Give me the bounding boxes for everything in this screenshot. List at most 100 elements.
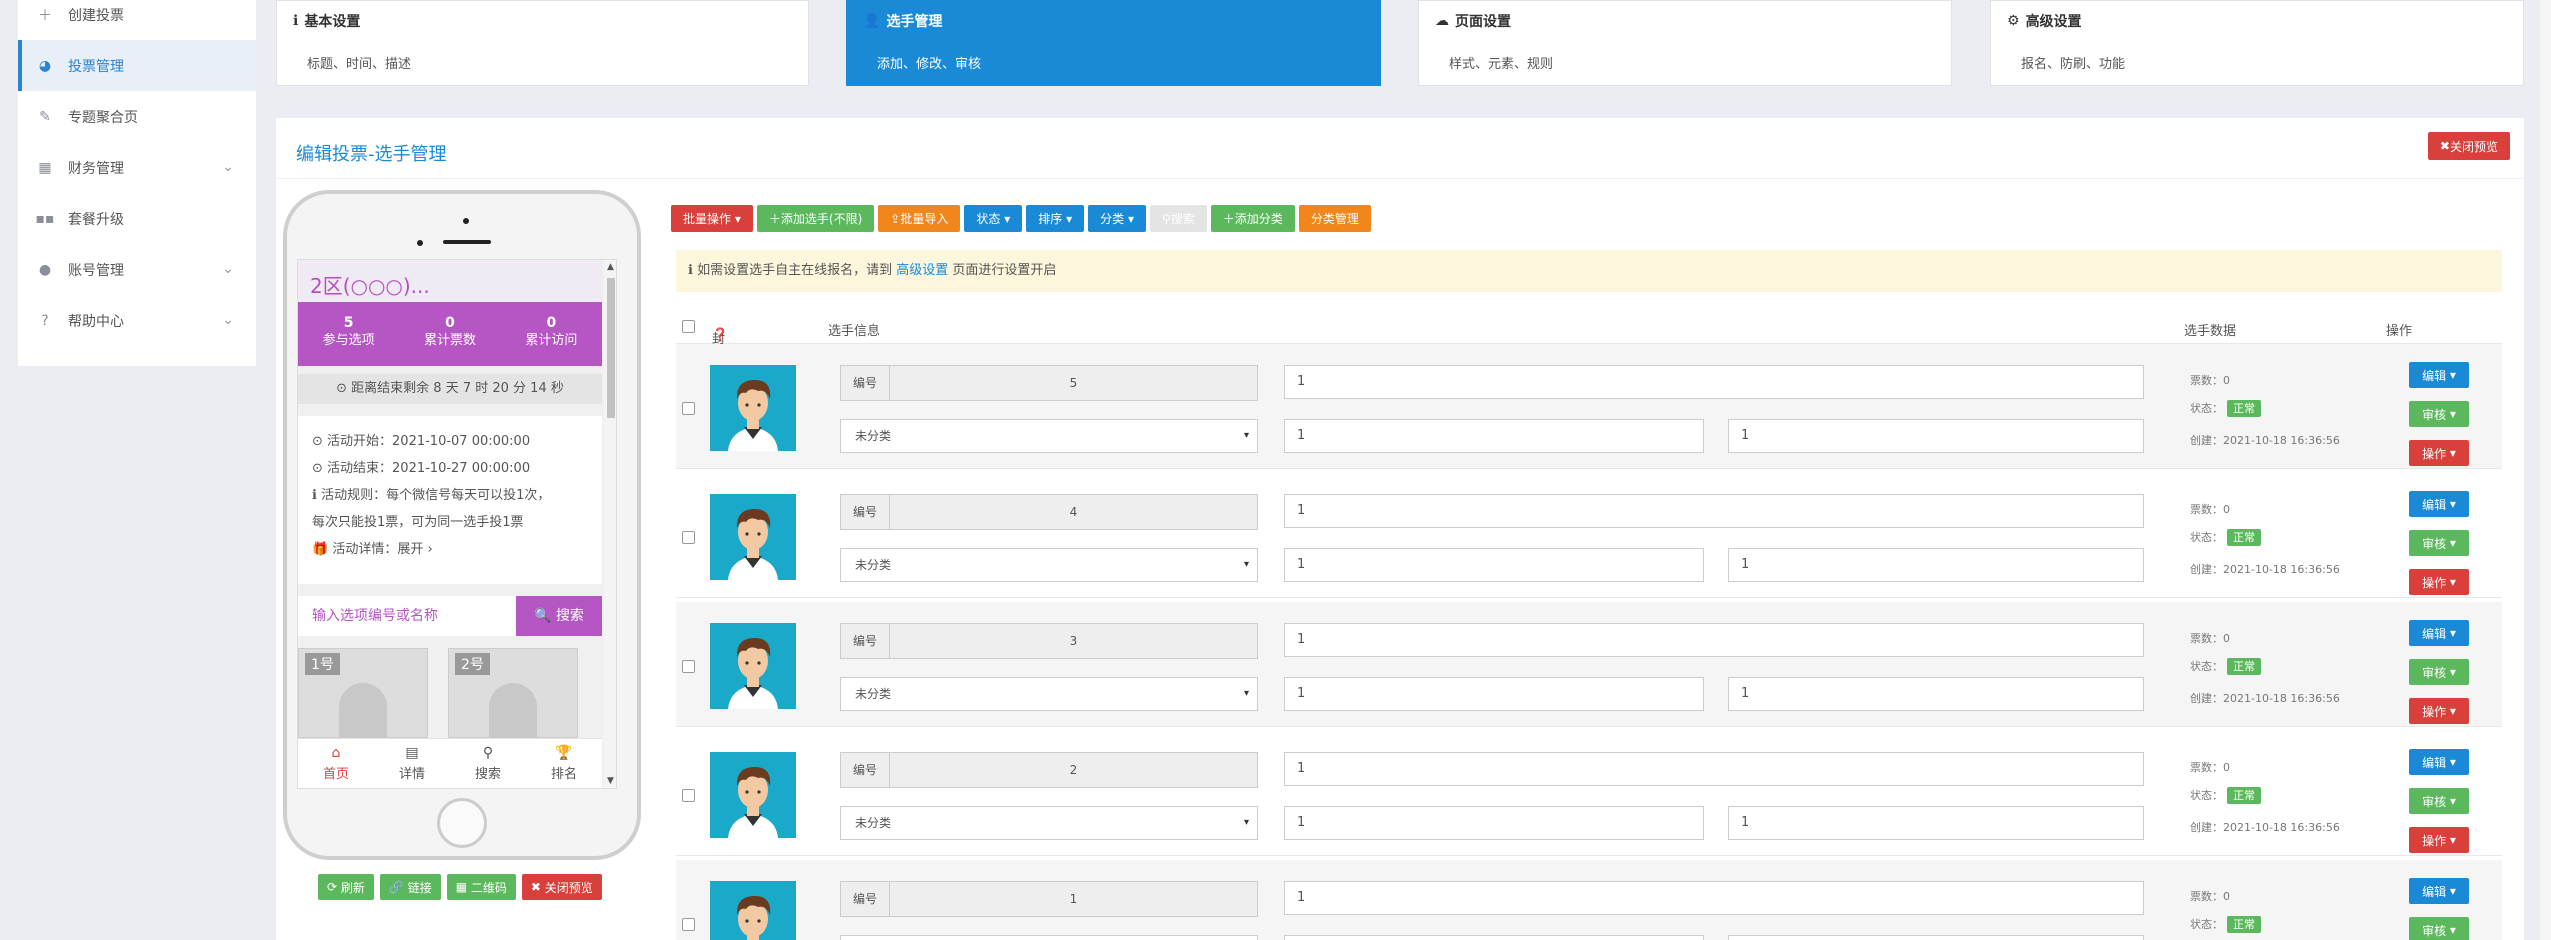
operate-button[interactable]: 操作 ▾ — [2409, 440, 2469, 466]
sidebar-item-account[interactable]: ● 账号管理 ⌄ — [18, 244, 256, 295]
category-select[interactable]: 未分类▾ — [840, 935, 1258, 940]
contestant-card[interactable]: 2号 — [448, 648, 578, 743]
category-select[interactable]: 未分类▾ — [840, 419, 1258, 453]
close-preview-button[interactable]: ✖ 关闭预览 — [2427, 132, 2510, 160]
step-advanced-settings[interactable]: ⚙ 高级设置 报名、防刷、功能 — [1990, 0, 2524, 86]
extra-field-b[interactable]: 1 — [1728, 419, 2144, 453]
id-field: 编号 3 — [840, 623, 1258, 659]
caret-down-icon: ▾ — [2449, 497, 2456, 511]
sidebar-item-help[interactable]: ? 帮助中心 ⌄ — [18, 295, 256, 346]
extra-field-b[interactable]: 1 — [1728, 677, 2144, 711]
sort-button[interactable]: 排序 ▾ — [1026, 205, 1085, 232]
operate-button[interactable]: 操作 ▾ — [2409, 827, 2469, 853]
sidebar-item-create-vote[interactable]: ＋ 创建投票 — [18, 0, 256, 30]
category-manage-button[interactable]: 分类管理 — [1298, 205, 1371, 232]
qrcode-button[interactable]: ▦ 二维码 — [446, 874, 516, 900]
caret-down-icon: ▾ — [2449, 536, 2456, 550]
created-text: 创建：2021-10-18 16:36:56 — [2190, 821, 2340, 834]
preview-search-button[interactable]: 🔍 搜索 — [516, 596, 602, 636]
cover-image[interactable] — [710, 494, 796, 580]
id-value[interactable]: 4 — [890, 495, 1257, 529]
qrcode-icon: ▦ — [455, 880, 468, 894]
col-data: 选手数据 — [2184, 324, 2237, 339]
operate-button[interactable]: 操作 ▾ — [2409, 569, 2469, 595]
category-filter-button[interactable]: 分类 ▾ — [1088, 205, 1146, 232]
contestant-card[interactable]: 1号 — [298, 648, 428, 743]
row-checkbox[interactable] — [682, 531, 695, 544]
cover-image[interactable] — [710, 752, 796, 838]
status-filter-button[interactable]: 状态 ▾ — [964, 205, 1023, 232]
cover-image[interactable] — [710, 881, 796, 940]
edit-button[interactable]: 编辑 ▾ — [2409, 491, 2469, 517]
category-select[interactable]: 未分类▾ — [840, 806, 1258, 840]
row-checkbox[interactable] — [682, 402, 695, 415]
extra-field-a[interactable]: 1 — [1284, 548, 1704, 582]
scroll-thumb[interactable] — [607, 278, 615, 418]
link-button[interactable]: 🔗 链接 — [379, 874, 441, 900]
search-button[interactable]: ⚲ 搜索 — [1149, 205, 1207, 232]
preview-search-input[interactable]: 输入选项编号或名称 — [298, 596, 516, 636]
name-input[interactable]: 1 — [1284, 623, 2144, 657]
preview-scrollbar[interactable]: ▲ ▼ — [604, 260, 616, 788]
add-category-button[interactable]: ＋添加分类 — [1210, 205, 1295, 232]
extra-field-a[interactable]: 1 — [1284, 806, 1704, 840]
category-select[interactable]: 未分类▾ — [840, 677, 1258, 711]
tab-detail[interactable]: ▤ 详情 — [374, 739, 450, 788]
step-basic-settings[interactable]: ℹ 基本设置 标题、时间、描述 — [276, 0, 809, 86]
category-select[interactable]: 未分类▾ — [840, 548, 1258, 582]
id-value[interactable]: 3 — [890, 624, 1257, 658]
gear-icon: ⚙ — [2007, 13, 2020, 29]
chevron-down-icon: ⌄ — [222, 159, 234, 175]
review-button[interactable]: 审核 ▾ — [2409, 788, 2469, 814]
cover-image[interactable] — [710, 623, 796, 709]
advanced-settings-link[interactable]: 高级设置 — [896, 263, 948, 278]
batch-ops-button[interactable]: 批量操作 ▾ — [671, 205, 753, 232]
tab-home[interactable]: ⌂ 首页 — [298, 739, 374, 788]
sidebar-item-finance[interactable]: ▦ 财务管理 ⌄ — [18, 142, 256, 193]
name-input[interactable]: 1 — [1284, 494, 2144, 528]
id-value[interactable]: 2 — [890, 753, 1257, 787]
sidebar-item-upgrade[interactable]: ▪▪ 套餐升级 — [18, 193, 256, 244]
batch-import-button[interactable]: ⇪ 批量导入 — [878, 205, 961, 232]
sidebar-item-label: 套餐升级 — [68, 211, 124, 228]
operate-button[interactable]: 操作 ▾ — [2409, 698, 2469, 724]
extra-field-b[interactable]: 1 — [1728, 548, 2144, 582]
id-value[interactable]: 1 — [890, 882, 1257, 916]
name-input[interactable]: 1 — [1284, 365, 2144, 399]
review-button[interactable]: 审核 ▾ — [2409, 401, 2469, 427]
countdown: ⊙ 距离结束剩余 8 天 7 时 20 分 14 秒 — [298, 374, 602, 404]
extra-field-a[interactable]: 1 — [1284, 677, 1704, 711]
extra-field-a[interactable]: 1 — [1284, 419, 1704, 453]
add-contestant-button[interactable]: ＋添加选手(不限) — [756, 205, 875, 232]
step-contestant-management[interactable]: 👤 选手管理 添加、修改、审核 — [846, 0, 1381, 86]
select-all-checkbox[interactable] — [682, 320, 695, 333]
id-value[interactable]: 5 — [890, 366, 1257, 400]
page-scrollbar[interactable] — [2540, 0, 2551, 940]
step-page-settings[interactable]: ☁ 页面设置 样式、元素、规则 — [1418, 0, 1952, 86]
edit-button[interactable]: 编辑 ▾ — [2409, 749, 2469, 775]
user-icon: ● — [38, 261, 52, 278]
review-button[interactable]: 审核 ▾ — [2409, 659, 2469, 685]
cover-image[interactable] — [710, 365, 796, 451]
tab-search[interactable]: ⚲ 搜索 — [450, 739, 526, 788]
review-button[interactable]: 审核 ▾ — [2409, 530, 2469, 556]
extra-field-b[interactable] — [1728, 935, 2144, 940]
edit-button[interactable]: 编辑 ▾ — [2409, 878, 2469, 904]
close-preview-phone-button[interactable]: ✖ 关闭预览 — [521, 874, 602, 900]
edit-button[interactable]: 编辑 ▾ — [2409, 362, 2469, 388]
sidebar-item-vote-manage[interactable]: ◕ 投票管理 — [18, 40, 256, 91]
review-button[interactable]: 审核 ▾ — [2409, 917, 2469, 940]
edit-button[interactable]: 编辑 ▾ — [2409, 620, 2469, 646]
row-checkbox[interactable] — [682, 660, 695, 673]
activity-detail-link[interactable]: 🎁 活动详情：展开 › — [312, 536, 588, 563]
extra-field-a[interactable] — [1284, 935, 1704, 940]
row-checkbox[interactable] — [682, 789, 695, 802]
sidebar-item-topic-page[interactable]: ✎ 专题聚合页 — [18, 91, 256, 142]
extra-field-b[interactable]: 1 — [1728, 806, 2144, 840]
refresh-button[interactable]: ⟳ 刷新 — [318, 874, 374, 900]
votes-text: 票数：0 — [2190, 632, 2230, 645]
name-input[interactable]: 1 — [1284, 752, 2144, 786]
tab-rank[interactable]: 🏆 排名 — [526, 739, 602, 788]
name-input[interactable]: 1 — [1284, 881, 2144, 915]
row-checkbox[interactable] — [682, 918, 695, 931]
